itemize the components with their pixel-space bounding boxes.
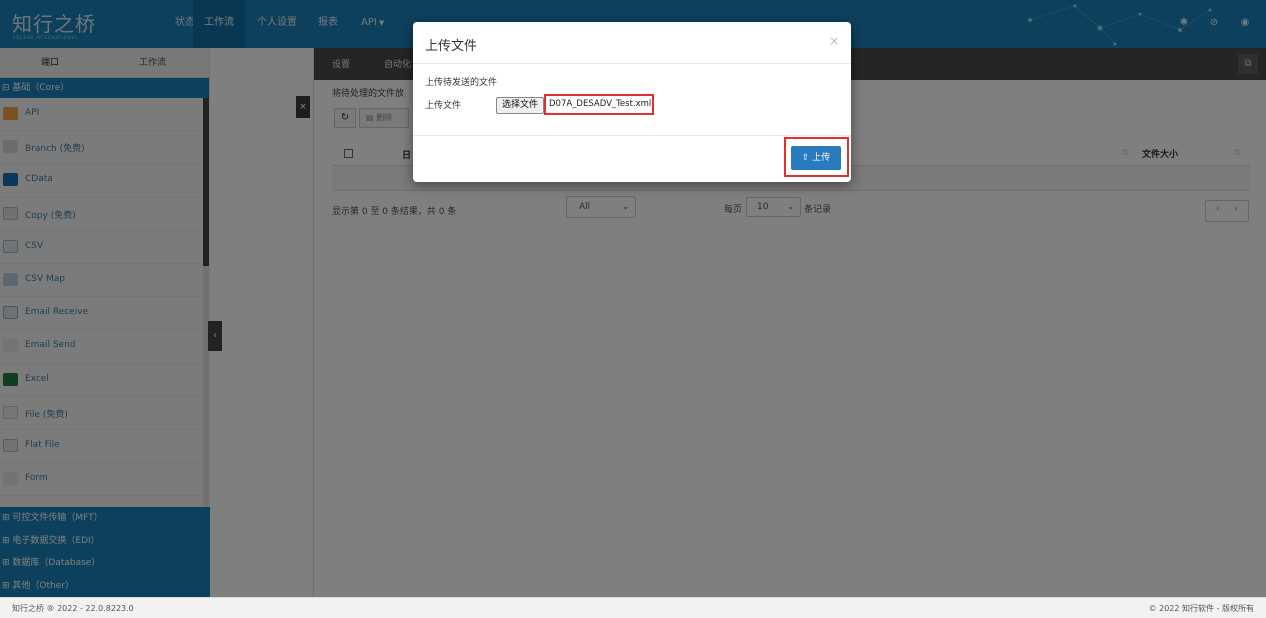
modal-title: 上传文件 xyxy=(425,39,478,54)
selected-file-name: D07A_DESADV_Test.xml xyxy=(544,94,654,115)
footer-version: 知行之桥 ® 2022 - 22.0.8223.0 xyxy=(12,604,134,613)
modal-divider xyxy=(413,135,851,136)
modal-description: 上传待发送的文件 xyxy=(425,78,498,88)
upload-file-dialog: 上传文件 × 上传待发送的文件 上传文件 选择文件 D07A_DESADV_Te… xyxy=(413,22,851,182)
upload-button-label: 上传 xyxy=(812,153,831,163)
upload-icon: ⇪ xyxy=(801,153,810,163)
footer: 知行之桥 ® 2022 - 22.0.8223.0 © 2022 知行软件 - … xyxy=(0,597,1266,618)
footer-copyright: © 2022 知行软件 - 版权所有 xyxy=(1148,604,1254,613)
close-icon[interactable]: × xyxy=(829,34,839,48)
modal-divider xyxy=(413,63,851,64)
choose-file-button[interactable]: 选择文件 xyxy=(496,97,544,114)
upload-button[interactable]: ⇪ 上传 xyxy=(791,146,841,170)
upload-file-label: 上传文件 xyxy=(425,101,462,111)
